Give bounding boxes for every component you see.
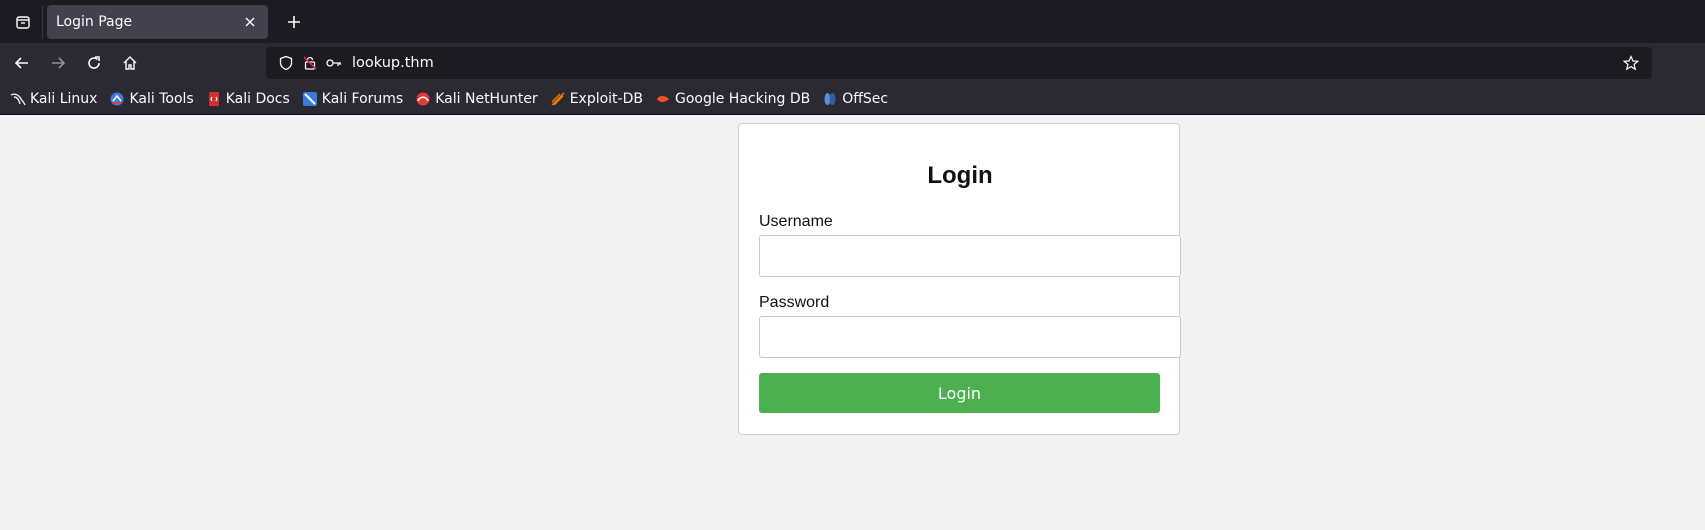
back-arrow-icon — [14, 57, 28, 69]
username-label: Username — [759, 213, 833, 230]
star-icon — [1623, 55, 1639, 71]
kali-docs-icon — [206, 91, 222, 107]
kali-tools-icon — [109, 91, 125, 107]
bookmark-exploit-db[interactable]: Exploit-DB — [550, 87, 643, 111]
tab-close-button[interactable] — [242, 14, 258, 30]
address-bar[interactable]: lookup.thm — [266, 47, 1652, 79]
tab-list-button[interactable] — [4, 5, 42, 39]
bookmark-label: Kali NetHunter — [435, 90, 538, 107]
login-card: Login Username Password Login — [738, 123, 1181, 435]
bookmark-star-button[interactable] — [1616, 51, 1646, 75]
page-viewport: Login Username Password Login — [0, 115, 1705, 530]
key-icon[interactable] — [322, 51, 346, 75]
home-icon — [123, 56, 137, 70]
exploit-db-icon — [550, 91, 566, 107]
bookmark-label: Google Hacking DB — [674, 90, 811, 107]
bookmark-kali-linux[interactable]: Kali Linux — [10, 87, 97, 111]
offsec-icon — [822, 91, 838, 107]
plus-icon — [288, 15, 300, 28]
tab-active[interactable]: Login Page — [47, 4, 268, 39]
bookmark-label: Kali Forums — [321, 90, 404, 107]
back-button[interactable] — [6, 47, 38, 79]
bookmark-label: Kali Tools — [129, 90, 194, 107]
kali-forums-icon — [302, 91, 318, 107]
bookmark-label: Kali Linux — [30, 90, 98, 107]
shield-icon[interactable] — [274, 51, 298, 75]
reload-button[interactable] — [78, 47, 110, 79]
password-label: Password — [759, 294, 830, 311]
ghdb-icon — [655, 91, 671, 107]
bookmark-kali-nethunter[interactable]: Kali NetHunter — [415, 87, 538, 111]
close-icon — [245, 17, 255, 26]
bookmark-offsec[interactable]: OffSec — [822, 87, 888, 111]
kali-nethunter-icon — [415, 91, 431, 107]
tab-title: Login Page — [56, 13, 133, 30]
forward-arrow-icon — [52, 57, 66, 69]
username-input[interactable] — [759, 235, 1181, 277]
bookmarks-toolbar: Kali Linux Kali Tools Kali Docs Kali For… — [0, 83, 1705, 115]
bookmark-label: OffSec — [842, 90, 889, 107]
tab-list-icon — [16, 15, 30, 29]
reload-icon — [88, 56, 100, 69]
insecure-lock-icon[interactable] — [298, 51, 322, 75]
bookmark-kali-forums[interactable]: Kali Forums — [302, 87, 403, 111]
login-button[interactable]: Login — [759, 373, 1160, 413]
home-button[interactable] — [114, 47, 146, 79]
login-heading: Login — [927, 162, 993, 189]
tab-strip: Login Page — [0, 0, 1705, 43]
forward-button[interactable] — [42, 47, 74, 79]
url-text[interactable]: lookup.thm — [352, 55, 1616, 71]
bookmark-google-hacking-db[interactable]: Google Hacking DB — [655, 87, 810, 111]
bookmark-label: Exploit-DB — [569, 90, 643, 107]
bookmark-kali-tools[interactable]: Kali Tools — [109, 87, 194, 111]
tab-separator — [42, 4, 43, 39]
password-input[interactable] — [759, 316, 1181, 358]
new-tab-button[interactable] — [278, 6, 310, 38]
bookmark-label: Kali Docs — [225, 90, 290, 107]
bookmark-kali-docs[interactable]: Kali Docs — [206, 87, 290, 111]
kali-dragon-icon — [10, 91, 26, 107]
